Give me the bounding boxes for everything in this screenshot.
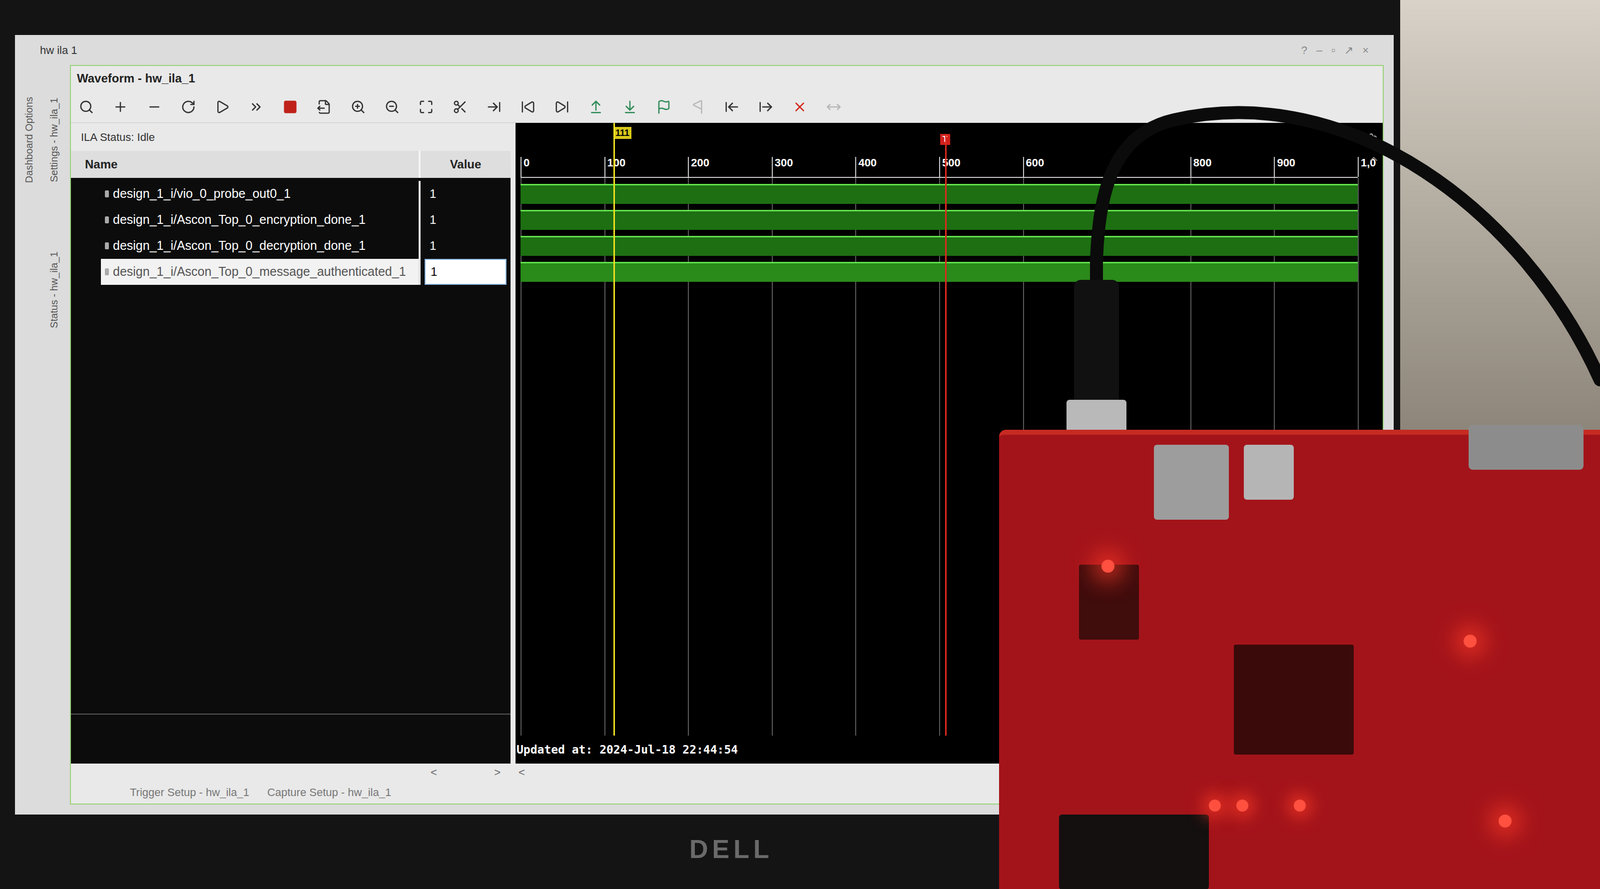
led <box>1236 799 1249 812</box>
rotate-icon[interactable] <box>180 99 196 115</box>
marker-band: 111T <box>520 122 1358 150</box>
signal-wave-row <box>520 258 1358 285</box>
signal-list: design_1_i/vio_0_probe_out0_11design_1_i… <box>70 177 511 714</box>
title-bar: hw ila 1?–▫ ↗ × <box>14 34 1394 65</box>
ruler-tick: 200 <box>687 156 710 177</box>
signal-icon <box>104 268 109 276</box>
side-tabs: Dashboard OptionsSettings - hw_ila_1 Stat… <box>14 64 70 815</box>
signal-name[interactable]: design_1_i/Ascon_Top_0_message_authentic… <box>100 258 421 285</box>
window-controls: ?–▫ ↗ × <box>1301 41 1369 59</box>
bottom-tab[interactable]: Trigger Setup - hw_ila_1 <box>125 783 254 801</box>
serial-port <box>1468 424 1584 470</box>
flash-chip <box>1078 564 1139 640</box>
ruler-tick: 1,0 <box>1357 156 1377 177</box>
ethernet-port <box>1153 444 1229 520</box>
minus-icon[interactable] <box>146 99 162 115</box>
stop-icon[interactable] <box>282 99 298 115</box>
window-control[interactable]: ↗ <box>1344 41 1354 59</box>
time-ruler: 01002003004005006008009001,0 <box>520 149 1358 178</box>
cursor-tag[interactable]: 111 <box>613 126 632 139</box>
value-column-header[interactable]: Value <box>420 150 511 178</box>
zoom-out-icon[interactable] <box>384 99 400 115</box>
bottom-tab[interactable]: Capture Setup - hw_ila_1 <box>263 783 396 801</box>
marker-icon[interactable] <box>690 99 706 115</box>
plus-icon[interactable] <box>112 99 128 115</box>
cursor-line[interactable] <box>613 122 615 736</box>
signal-list-pane: ILA Status: IdleNameValuedesign_1_i/vio_… <box>70 122 511 781</box>
ila-status: ILA Status: Idle <box>70 122 511 151</box>
zoom-fit-icon[interactable] <box>418 99 434 115</box>
ruler-tick: 300 <box>771 156 794 177</box>
side-tab-column: Settings - hw_ila_1 Status - hw_ila_1 <box>42 64 65 815</box>
signal-name[interactable]: design_1_i/Ascon_Top_0_decryption_done_1 <box>100 232 421 259</box>
photo: hw ila 1?–▫ ↗ × Dashboard OptionsSettings -… <box>0 0 1600 889</box>
seven-segment-display <box>1059 814 1209 889</box>
add-marker-icon[interactable] <box>656 99 672 115</box>
bezel-logo: DELL <box>689 829 774 869</box>
ruler-tick: 500 <box>939 156 961 177</box>
go-to-cursor-icon[interactable] <box>486 99 502 115</box>
ruler-tick: 800 <box>1190 156 1212 177</box>
trigger-line <box>945 133 947 736</box>
signal-value: 1 <box>424 180 507 207</box>
side-tab[interactable]: Settings - hw_ila_1 <box>42 74 65 205</box>
signal-icon <box>104 216 109 224</box>
list-header: NameValue <box>70 150 511 178</box>
signal-icon <box>104 190 109 198</box>
fast-forward-icon[interactable] <box>248 99 264 115</box>
window-control[interactable]: ▫ <box>1331 41 1336 59</box>
window-title: hw ila 1 <box>39 41 78 59</box>
fpga-chip <box>1233 644 1354 755</box>
ruler-tick: 0 <box>520 156 530 177</box>
signal-value: 1 <box>424 258 507 285</box>
cut-icon[interactable] <box>452 99 468 115</box>
zoom-in-icon[interactable] <box>350 99 366 115</box>
signal-wave <box>520 209 1358 230</box>
name-column-header[interactable]: Name <box>70 150 421 178</box>
signal-wave <box>520 183 1358 204</box>
play-icon[interactable] <box>214 99 230 115</box>
signal-value: 1 <box>424 206 507 233</box>
window-control[interactable]: – <box>1316 41 1323 59</box>
fpga-board <box>999 429 1600 889</box>
side-tab-column: Dashboard Options <box>17 64 40 815</box>
led <box>1498 814 1512 828</box>
previous-edge-icon[interactable] <box>588 99 604 115</box>
ruler-tick: 600 <box>1023 156 1045 177</box>
export-icon[interactable] <box>316 99 332 115</box>
signal-name[interactable]: design_1_i/vio_0_probe_out0_1 <box>100 180 421 207</box>
list-footer <box>70 713 511 764</box>
panel-title: Waveform - hw_ila_1 <box>70 65 1383 91</box>
next-marker-icon[interactable] <box>758 99 774 115</box>
led <box>1101 559 1115 573</box>
previous-marker-icon[interactable] <box>724 99 740 115</box>
usb-ports <box>1243 444 1294 500</box>
window-control[interactable]: × <box>1362 41 1369 59</box>
search-icon[interactable] <box>78 99 94 115</box>
side-tab[interactable]: Status - hw_ila_1 <box>42 224 65 355</box>
swap-icon[interactable] <box>826 99 842 115</box>
go-to-start-icon[interactable] <box>520 99 536 115</box>
signal-value: 1 <box>424 232 507 259</box>
signal-name[interactable]: design_1_i/Ascon_Top_0_encryption_done_1 <box>100 206 421 233</box>
delete-icon[interactable] <box>792 99 808 115</box>
window-control[interactable]: ? <box>1301 41 1308 59</box>
signal-wave-row <box>520 180 1358 207</box>
list-scrollbar[interactable]: <> <box>70 763 511 781</box>
led <box>1208 799 1221 812</box>
ruler-tick: 900 <box>1273 156 1296 177</box>
led <box>1463 634 1477 648</box>
signal-wave <box>520 261 1358 282</box>
signal-wave <box>520 235 1358 256</box>
signal-wave-row <box>520 232 1358 259</box>
ruler-tick: 400 <box>855 156 877 177</box>
next-edge-icon[interactable] <box>622 99 638 115</box>
led <box>1293 799 1306 812</box>
signal-icon <box>104 242 109 250</box>
go-to-end-icon[interactable] <box>554 99 570 115</box>
signal-wave-row <box>520 206 1358 233</box>
scroll-up-icon[interactable] <box>1367 152 1380 165</box>
side-tab[interactable]: Dashboard Options <box>17 74 40 205</box>
